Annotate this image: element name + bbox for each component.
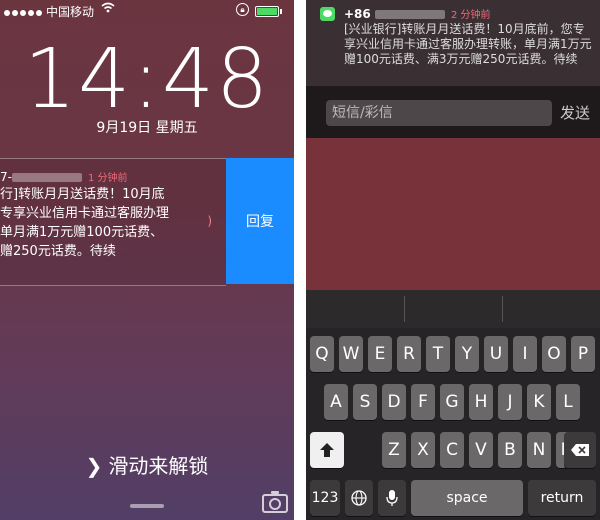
slide-to-unlock[interactable]: ❯ 滑动来解锁	[0, 450, 294, 479]
notification-line: 专享兴业信用卡通过客服办理	[0, 206, 170, 221]
key-t[interactable]: T	[426, 336, 450, 372]
notification-time: 1 分钟前	[87, 173, 128, 184]
notification-body: 行]转账月月送话费！10月底 专享兴业信用卡通过客服办理 单月满1万元赠100元…	[0, 185, 210, 261]
key-a[interactable]: A	[324, 384, 348, 420]
key-w[interactable]: W	[339, 336, 363, 372]
key-c[interactable]: C	[440, 432, 464, 468]
camera-icon[interactable]	[262, 491, 288, 513]
notification-body: [兴业银行]转账月月送话费！10月底前，您专享兴业信用卡通过客服办理转账，单月满…	[344, 22, 592, 66]
key-f[interactable]: F	[411, 384, 435, 420]
key-s[interactable]: S	[353, 384, 377, 420]
key-j[interactable]: J	[498, 384, 522, 420]
lock-clock: 14:48	[23, 32, 271, 127]
key-d[interactable]: D	[382, 384, 406, 420]
key-h[interactable]: H	[469, 384, 493, 420]
key-n[interactable]: N	[527, 432, 551, 468]
blurred-number	[11, 173, 82, 182]
num-key[interactable]: 123	[310, 480, 340, 516]
signal-dots-icon	[4, 5, 44, 19]
reply-input-bar: 短信/彩信 发送	[306, 86, 600, 138]
key-e[interactable]: E	[368, 336, 392, 372]
lock-notification[interactable]: 7- 1 分钟前 行]转账月月送话费！10月底 专享兴业信用卡通过客服办理 单月满…	[0, 158, 226, 286]
notification-sender: +86 2 分钟前	[344, 7, 491, 21]
key-x[interactable]: X	[411, 432, 435, 468]
lock-screen: 中国移动 🔒︎ 14:48 9月19日 星期五 7- 1 分钟前 行]转账月月送话…	[0, 0, 294, 520]
shift-icon[interactable]	[310, 432, 344, 468]
return-key[interactable]: return	[528, 480, 596, 516]
send-button[interactable]: 发送	[560, 102, 590, 123]
key-q[interactable]: Q	[310, 336, 334, 372]
notification-line: 行]转账月月送话费！10月底	[0, 187, 165, 202]
key-l[interactable]: L	[556, 384, 580, 420]
notification-sender: 7- 1 分钟前	[0, 170, 128, 184]
slide-unlock-label: 滑动来解锁	[108, 454, 209, 478]
carrier-label: 中国移动	[46, 5, 95, 19]
key-r[interactable]: R	[397, 336, 421, 372]
delete-icon[interactable]	[564, 432, 596, 468]
blurred-number	[374, 10, 445, 19]
control-center-handle[interactable]	[130, 504, 164, 508]
key-v[interactable]: V	[469, 432, 493, 468]
battery-icon	[255, 6, 282, 17]
message-notification[interactable]: +86 2 分钟前 [兴业银行]转账月月送话费！10月底前，您专享兴业信用卡通过…	[306, 0, 600, 86]
message-reply-screen: +86 2 分钟前 [兴业银行]转账月月送话费！10月底前，您专享兴业信用卡通过…	[306, 0, 600, 520]
lock-date: 9月19日 星期五	[96, 120, 198, 136]
wifi-icon	[101, 2, 115, 16]
reply-button[interactable]: 回复	[226, 158, 294, 284]
key-b[interactable]: B	[498, 432, 522, 468]
key-z[interactable]: Z	[382, 432, 406, 468]
messages-icon	[320, 7, 335, 21]
key-u[interactable]: U	[484, 336, 508, 372]
notification-time: 2 分钟前	[450, 10, 491, 21]
status-bar: 中国移动 🔒︎	[0, 0, 294, 22]
globe-icon[interactable]	[345, 480, 373, 516]
chevron-right-icon: )	[207, 214, 212, 228]
key-i[interactable]: I	[513, 336, 537, 372]
key-k[interactable]: K	[527, 384, 551, 420]
notification-line: 赠250元话费。待续	[0, 244, 116, 259]
key-o[interactable]: O	[542, 336, 566, 372]
chevron-right-icon: ❯	[85, 454, 103, 478]
prediction-bar[interactable]	[306, 290, 600, 328]
notification-line: 单月满1万元赠100元话费、	[0, 225, 164, 240]
keyboard: Q W E R T Y U I O P A S D F G H J K L Z	[306, 328, 600, 520]
key-p[interactable]: P	[571, 336, 595, 372]
key-y[interactable]: Y	[455, 336, 479, 372]
space-key[interactable]: space	[411, 480, 523, 516]
rotation-lock-icon: 🔒︎	[236, 3, 249, 16]
message-input[interactable]: 短信/彩信	[326, 100, 552, 126]
background-area	[306, 138, 600, 290]
mic-icon[interactable]	[378, 480, 406, 516]
key-g[interactable]: G	[440, 384, 464, 420]
